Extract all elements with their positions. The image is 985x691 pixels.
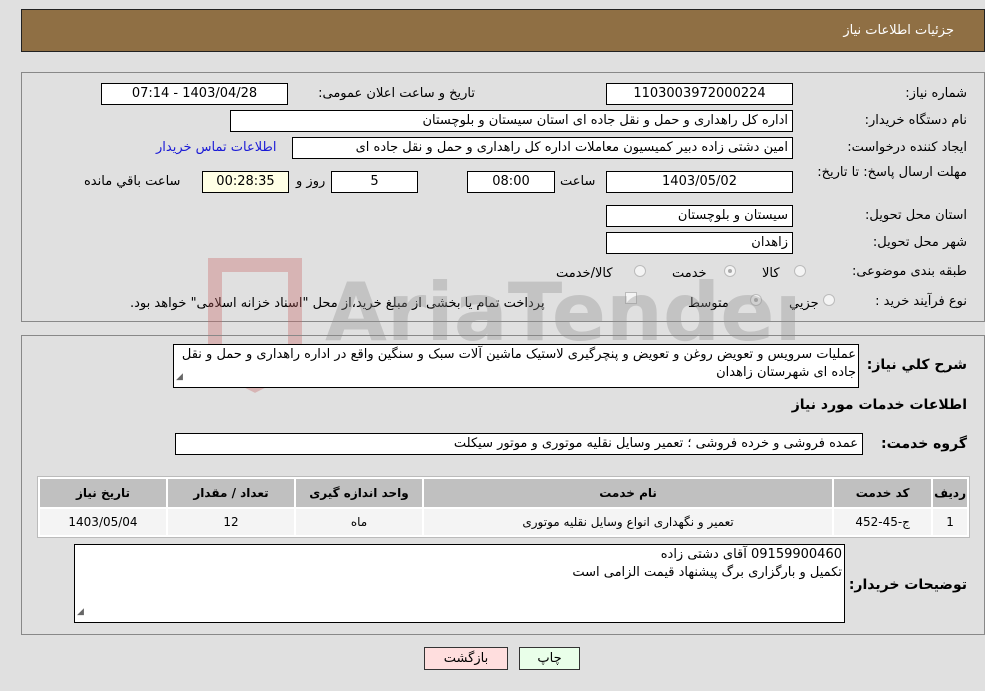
cell-row-number: 1 — [933, 509, 967, 535]
category-radio-goods[interactable] — [794, 265, 806, 277]
process-label: نوع فرآیند خرید : — [875, 294, 967, 309]
col-need-date: تاريخ نياز — [40, 479, 166, 507]
col-service-code: کد خدمت — [834, 479, 932, 507]
description-textarea[interactable]: عملیات سرویس و تعویض روغن و تعویض و پنچر… — [173, 344, 859, 388]
category-option-goods-service: کالا/خدمت — [556, 266, 613, 281]
process-option-medium: متوسط — [688, 296, 729, 311]
description-label: شرح کلي نياز: — [866, 357, 967, 373]
services-table: رديف کد خدمت نام خدمت واحد اندازه گيری ت… — [38, 477, 969, 537]
remaining-time-field: 00:28:35 — [202, 171, 289, 193]
table-header-row: رديف کد خدمت نام خدمت واحد اندازه گيری ت… — [40, 479, 967, 507]
remaining-label: ساعت باقي مانده — [84, 174, 181, 189]
buyer-org-field[interactable]: اداره کل راهداری و حمل و نقل جاده ای است… — [230, 110, 793, 132]
cell-service-code: ج-45-452 — [834, 509, 932, 535]
buyer-notes-line-2: تکمیل و بارگزاری برگ پیشنهاد قیمت الزامی… — [572, 565, 842, 580]
city-label: شهر محل تحویل: — [872, 235, 967, 250]
process-radio-medium[interactable] — [750, 294, 762, 306]
cell-unit: ماه — [296, 509, 422, 535]
announce-label: تاریخ و ساعت اعلان عمومی: — [318, 86, 475, 101]
back-button[interactable]: بازگشت — [424, 647, 508, 670]
buyer-contact-link[interactable]: اطلاعات تماس خریدار — [156, 140, 276, 155]
need-number-label: شماره نیاز: — [905, 86, 967, 101]
treasury-note: پرداخت تمام یا بخشی از مبلغ خرید،از محل … — [130, 296, 545, 311]
page-title: جزئیات اطلاعات نیاز — [843, 23, 954, 38]
deadline-label: مهلت ارسال پاسخ: تا تاریخ: — [817, 165, 967, 180]
buyer-notes-textarea[interactable]: 09159900460 آقای دشتی زاده تکمیل و بارگز… — [74, 544, 845, 623]
buyer-org-label: نام دستگاه خریدار: — [864, 113, 967, 128]
col-unit: واحد اندازه گيری — [296, 479, 422, 507]
category-option-goods: کالا — [762, 266, 780, 281]
col-service-name: نام خدمت — [424, 479, 833, 507]
service-group-field[interactable]: عمده فروشی و خرده فروشی ؛ تعمیر وسایل نق… — [175, 433, 863, 455]
province-field[interactable]: سیستان و بلوچستان — [606, 205, 793, 227]
province-label: استان محل تحویل: — [865, 208, 967, 223]
need-number-field[interactable]: 1103003972000224 — [606, 83, 793, 105]
days-label: روز و — [296, 174, 326, 189]
category-radio-goods-service[interactable] — [634, 265, 646, 277]
col-row-number: رديف — [933, 479, 967, 507]
city-field[interactable]: زاهدان — [606, 232, 793, 254]
treasury-checkbox[interactable] — [625, 292, 637, 304]
table-row: 1 ج-45-452 تعمیر و نگهداری انواع وسایل ن… — [40, 509, 967, 535]
resize-grip-icon[interactable]: ◢ — [176, 368, 183, 386]
service-group-label: گروه خدمت: — [881, 436, 967, 452]
creator-label: ایجاد کننده درخواست: — [847, 140, 967, 155]
creator-field[interactable]: امین دشتی زاده دبیر کمیسیون معاملات ادار… — [292, 137, 793, 159]
services-section-title: اطلاعات خدمات مورد نياز — [791, 397, 967, 413]
cell-need-date: 1403/05/04 — [40, 509, 166, 535]
services-table-wrapper: رديف کد خدمت نام خدمت واحد اندازه گيری ت… — [37, 476, 970, 538]
resize-grip-icon[interactable]: ◢ — [77, 603, 84, 621]
cell-quantity: 12 — [168, 509, 294, 535]
announce-field[interactable]: 1403/04/28 - 07:14 — [101, 83, 288, 105]
buyer-notes-line-1: 09159900460 آقای دشتی زاده — [660, 547, 842, 562]
category-option-service: خدمت — [672, 266, 707, 281]
page-header: جزئیات اطلاعات نیاز — [21, 9, 985, 52]
buyer-notes-label: توضیحات خریدار: — [848, 577, 967, 593]
deadline-time-field[interactable]: 08:00 — [467, 171, 555, 193]
deadline-time-label: ساعت — [560, 174, 596, 189]
cell-service-name: تعمیر و نگهداری انواع وسایل نقلیه موتوری — [424, 509, 833, 535]
category-label: طبقه بندی موضوعی: — [851, 264, 967, 279]
description-text: عملیات سرویس و تعویض روغن و تعویض و پنچر… — [181, 347, 856, 380]
deadline-date-field[interactable]: 1403/05/02 — [606, 171, 793, 193]
process-option-minor: جزيي — [789, 296, 819, 311]
category-radio-service[interactable] — [724, 265, 736, 277]
process-radio-minor[interactable] — [823, 294, 835, 306]
days-remaining-field[interactable]: 5 — [331, 171, 418, 193]
col-quantity: تعداد / مقدار — [168, 479, 294, 507]
print-button[interactable]: چاپ — [519, 647, 580, 670]
